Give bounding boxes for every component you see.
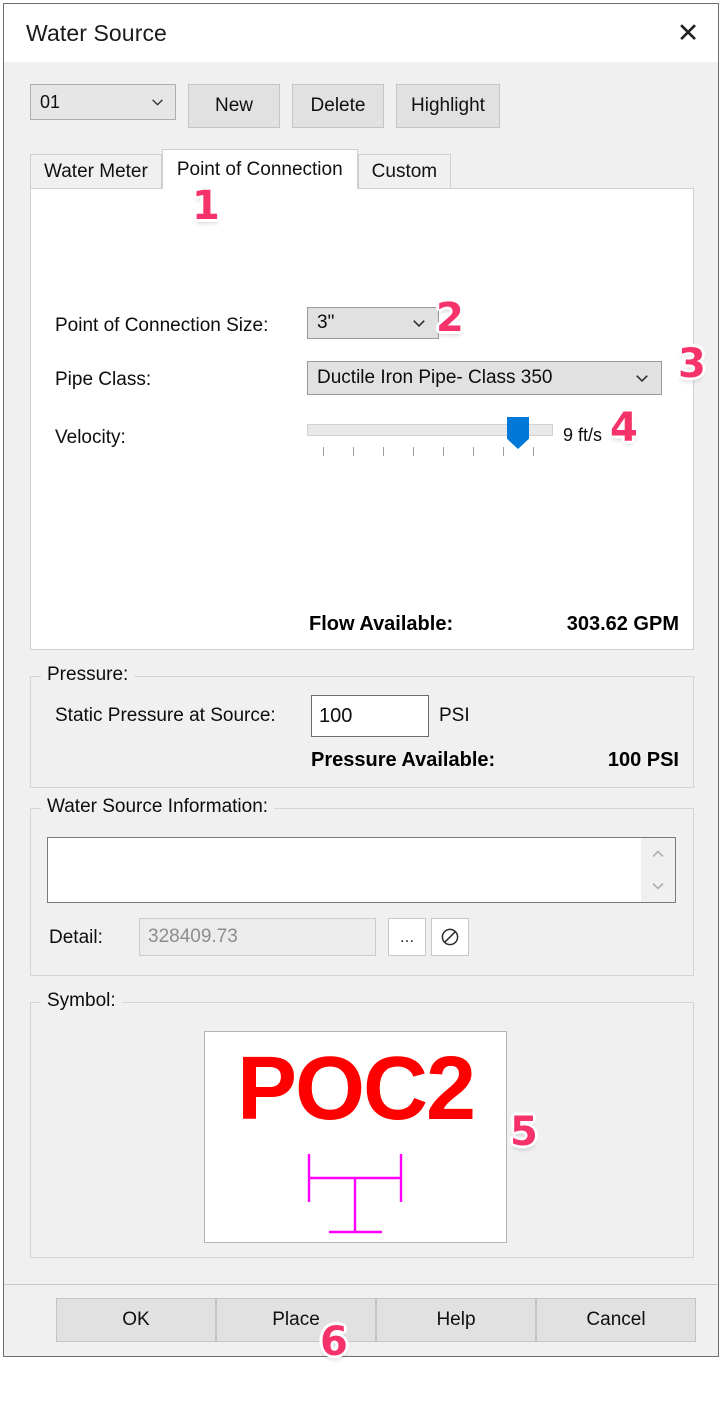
close-button[interactable]: ✕ [658, 4, 718, 62]
water-source-information-group: Water Source Information: Detail: 328409… [30, 796, 694, 976]
notes-scrollbar[interactable] [641, 838, 675, 902]
tab-strip: Water Meter Point of Connection Custom [30, 149, 452, 189]
velocity-slider-ticks [307, 447, 553, 457]
velocity-row: Velocity: [55, 427, 126, 449]
detail-value: 328409.73 [148, 926, 238, 947]
pressure-group: Pressure: Static Pressure at Source: 100… [30, 664, 694, 788]
poc-size-select[interactable]: 3" [307, 307, 439, 339]
velocity-slider-thumb[interactable] [507, 417, 529, 449]
point-of-connection-panel: Point of Connection Size: 3" Pipe Class:… [30, 188, 694, 650]
detail-clear-button[interactable] [431, 918, 469, 956]
poc-size-value: 3" [317, 312, 335, 333]
tab-custom[interactable]: Custom [357, 154, 452, 188]
place-button[interactable]: Place [216, 1298, 376, 1342]
pipe-class-label: Pipe Class: [55, 369, 152, 390]
static-pressure-value: 100 [319, 704, 353, 727]
dialog-footer: OK Place Help Cancel [4, 1284, 718, 1356]
velocity-slider[interactable] [307, 417, 553, 463]
symbol-group-label: Symbol: [41, 990, 122, 1012]
pressure-group-label: Pressure: [41, 664, 135, 686]
annotation-badge-4: 4 [610, 405, 638, 451]
pipe-class-value: Ductile Iron Pipe- Class 350 [317, 367, 553, 388]
detail-input[interactable]: 328409.73 [139, 918, 376, 956]
title-bar: Water Source ✕ [4, 4, 718, 62]
water-source-dialog: Water Source ✕ 01 New Delete Highlight W… [3, 3, 719, 1357]
screenshot-root: Water Source ✕ 01 New Delete Highlight W… [0, 0, 728, 1424]
velocity-value: 9 ft/s [563, 425, 603, 445]
pipe-tee-schematic-icon [307, 1154, 403, 1234]
toolbar: 01 New Delete Highlight [30, 84, 500, 128]
source-select[interactable]: 01 [30, 84, 176, 120]
annotation-badge-5: 5 [510, 1109, 538, 1155]
pressure-available-value: 100 PSI [607, 749, 679, 771]
cancel-button[interactable]: Cancel [536, 1298, 696, 1342]
chevron-down-icon [636, 375, 648, 382]
page-title: Water Source [26, 19, 167, 46]
new-button[interactable]: New [188, 84, 280, 128]
annotation-badge-2: 2 [436, 295, 464, 341]
poc-size-row: Point of Connection Size: [55, 315, 268, 337]
pipe-class-row: Pipe Class: [55, 369, 151, 391]
pipe-class-select[interactable]: Ductile Iron Pipe- Class 350 [307, 361, 662, 395]
help-button[interactable]: Help [376, 1298, 536, 1342]
static-pressure-input[interactable]: 100 [311, 695, 429, 737]
static-pressure-unit: PSI [439, 705, 470, 726]
symbol-preview[interactable]: POC2 [204, 1031, 507, 1243]
highlight-button[interactable]: Highlight [396, 84, 500, 128]
chevron-up-icon[interactable] [650, 849, 666, 859]
symbol-preview-text: POC2 [236, 1039, 476, 1139]
ok-button[interactable]: OK [56, 1298, 216, 1342]
chevron-down-icon [413, 320, 425, 327]
ellipsis-icon: ... [399, 926, 415, 946]
source-select-value: 01 [40, 91, 61, 112]
poc-size-label: Point of Connection Size: [55, 315, 269, 336]
detail-browse-button[interactable]: ... [388, 918, 426, 956]
detail-label: Detail: [49, 927, 103, 948]
delete-button[interactable]: Delete [292, 84, 384, 128]
water-source-information-label: Water Source Information: [41, 796, 275, 818]
close-icon: ✕ [676, 17, 700, 48]
flow-available-label: Flow Available: [309, 613, 454, 635]
symbol-group: Symbol: POC2 [30, 990, 694, 1258]
annotation-badge-3: 3 [678, 341, 706, 387]
annotation-badge-6: 6 [320, 1319, 348, 1365]
notes-textarea[interactable] [47, 837, 676, 903]
static-pressure-label: Static Pressure at Source: [55, 705, 276, 726]
tab-water-meter[interactable]: Water Meter [30, 154, 162, 188]
flow-available-value: 303.62 GPM [566, 613, 679, 635]
pressure-available-label: Pressure Available: [311, 749, 496, 771]
chevron-down-icon [152, 99, 163, 106]
annotation-badge-1: 1 [192, 183, 220, 229]
chevron-down-icon[interactable] [650, 881, 666, 891]
velocity-label: Velocity: [55, 427, 126, 448]
notes-textarea-body[interactable] [48, 838, 641, 902]
no-entry-icon [441, 928, 459, 946]
